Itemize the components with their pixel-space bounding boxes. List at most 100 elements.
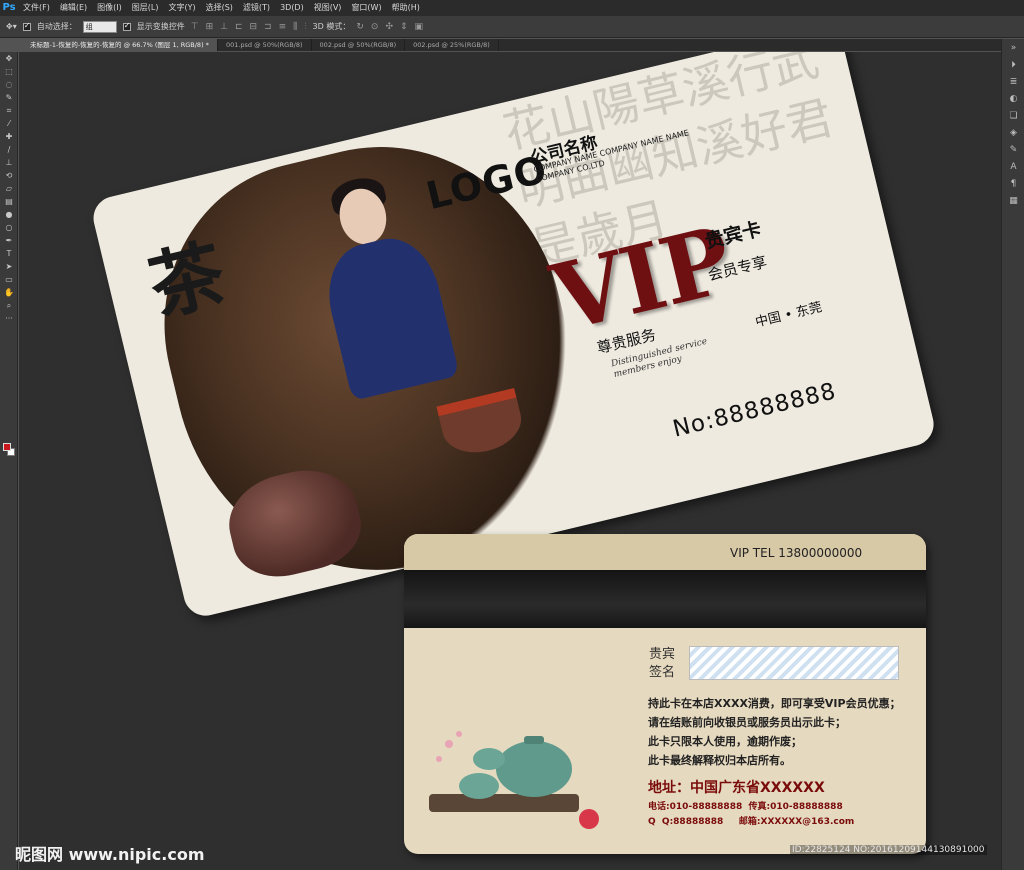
pen-tool-icon[interactable]: ✒ (0, 234, 18, 247)
history-panel-icon[interactable]: ⏵ (1002, 56, 1024, 73)
tools-panel: ✥ ⬚ ◌ ✎ ⌗ ⁄ ✚ ∕ ⊥ ⟲ ▱ ▤ ● ○ ✒ T ➤ ▭ ✋ ⌕ … (0, 52, 18, 870)
menu-edit[interactable]: 编辑(E) (55, 0, 92, 16)
blossom-shape (445, 740, 453, 748)
tab-document-3[interactable]: 002.psd @ 50%(RGB/8) (312, 39, 406, 51)
zoom-tool-icon[interactable]: ⌕ (0, 299, 18, 312)
channels-panel-icon[interactable]: ◈ (1002, 124, 1024, 141)
align-top-icon[interactable]: ⊤ (191, 22, 199, 32)
menu-bar: Ps 文件(F) 编辑(E) 图像(I) 图层(L) 文字(Y) 选择(S) 滤… (0, 0, 1024, 16)
blossom-shape (436, 756, 442, 762)
options-bar: ✥▾ 自动选择： 组 显示变换控件 ⊤ ⊞ ⊥ ⊏ ⊟ ⊐ ≡ ⫼ ⫶ 3D 模… (0, 16, 1024, 38)
type-tool-icon[interactable]: T (0, 247, 18, 260)
brush-tool-icon[interactable]: ∕ (0, 143, 18, 156)
document-canvas[interactable]: 花山陽草溪行武明曲幽知溪好君是歲月 茶 LOGO 公司名称 COMPANY NA… (19, 52, 1001, 870)
mode-3d-icons: ↻ ⊙ ✣ ⇕ ▣ (356, 22, 423, 32)
menu-file[interactable]: 文件(F) (18, 0, 55, 16)
photoshop-window: Ps 文件(F) 编辑(E) 图像(I) 图层(L) 文字(Y) 选择(S) 滤… (0, 0, 1024, 870)
rule-line: 请在结账前向收银员或服务员出示此卡； (648, 716, 846, 729)
paths-panel-icon[interactable]: ✎ (1002, 141, 1024, 158)
show-transform-checkbox[interactable] (122, 21, 131, 31)
crop-tool-icon[interactable]: ⌗ (0, 104, 18, 117)
magnetic-stripe (404, 570, 926, 628)
menu-view[interactable]: 视图(V) (309, 0, 347, 16)
eyedropper-tool-icon[interactable]: ⁄ (0, 117, 18, 130)
lasso-tool-icon[interactable]: ◌ (0, 78, 18, 91)
teapot-shape (496, 741, 572, 797)
character-panel-icon[interactable]: A (1002, 158, 1024, 175)
layers-panel-icon[interactable]: ❏ (1002, 107, 1024, 124)
menu-filter[interactable]: 滤镜(T) (238, 0, 275, 16)
right-panel-dock: » ⏵ ≣ ◐ ❏ ◈ ✎ A ¶ ▦ (1001, 39, 1024, 870)
distribute-v-icon[interactable]: ⫶ (304, 22, 306, 32)
paragraph-panel-icon[interactable]: ¶ (1002, 175, 1024, 192)
photoshop-logo: Ps (2, 2, 16, 13)
dodge-tool-icon[interactable]: ○ (0, 221, 18, 234)
image-id-watermark: ID:22825124 NO:20161209144130891000 (790, 845, 987, 855)
healing-tool-icon[interactable]: ✚ (0, 130, 18, 143)
align-center-icon[interactable]: ⊟ (250, 22, 258, 32)
move-tool-icon[interactable]: ✥ (0, 52, 18, 65)
distribute-h-icon[interactable]: ⫼ (293, 22, 297, 32)
vip-card-back: VIP TEL 13800000000 贵宾 签名 持此卡在本店XXXX消费，即… (404, 534, 926, 854)
tab-document-4[interactable]: 002.psd @ 25%(RGB/8) (405, 39, 499, 51)
collapse-panels-icon[interactable]: » (1002, 39, 1024, 56)
align-middle-icon[interactable]: ⊞ (206, 22, 214, 32)
nipic-watermark: 昵图网 www.nipic.com (15, 845, 205, 864)
menu-3d[interactable]: 3D(D) (275, 0, 309, 16)
menu-window[interactable]: 窗口(W) (346, 0, 386, 16)
marquee-tool-icon[interactable]: ⬚ (0, 65, 18, 78)
stamp-tool-icon[interactable]: ⊥ (0, 156, 18, 169)
auto-select-dropdown[interactable]: 组 (82, 20, 117, 33)
path-select-tool-icon[interactable]: ➤ (0, 260, 18, 273)
rule-line: 持此卡在本店XXXX消费，即可享受VIP会员优惠； (648, 697, 901, 710)
align-bottom-icon[interactable]: ⊥ (220, 22, 228, 32)
qq-email-line: Q Q:88888888 邮箱:XXXXXX@163.com (648, 817, 855, 827)
hand-tool-icon[interactable]: ✋ (0, 286, 18, 299)
pan-3d-icon[interactable]: ✣ (385, 22, 393, 32)
foreground-color-swatch[interactable] (3, 443, 11, 451)
signature-strip (689, 646, 899, 680)
tea-cup-shape (459, 773, 499, 799)
show-transform-label: 显示变换控件 (136, 22, 185, 31)
shape-tool-icon[interactable]: ▭ (0, 273, 18, 286)
flower-shape (579, 809, 599, 829)
align-left-icon[interactable]: ⊏ (235, 22, 243, 32)
properties-panel-icon[interactable]: ≣ (1002, 73, 1024, 90)
gradient-tool-icon[interactable]: ▤ (0, 195, 18, 208)
align-right-icon[interactable]: ⊐ (264, 22, 272, 32)
menu-help[interactable]: 帮助(H) (387, 0, 425, 16)
menu-select[interactable]: 选择(S) (201, 0, 238, 16)
teapot-lid (524, 736, 544, 744)
document-tabs: 未标题-1-恢复的-恢复的-恢复的 @ 66.7% (图层 1, RGB/8) … (22, 39, 1002, 51)
rotate-3d-icon[interactable]: ↻ (356, 22, 364, 32)
rule-line: 此卡最终解释权归本店所有。 (648, 754, 791, 767)
libraries-panel-icon[interactable]: ▦ (1002, 192, 1024, 209)
tab-document-2[interactable]: 001.psd @ 50%(RGB/8) (218, 39, 312, 51)
tea-cup-shape (473, 748, 505, 770)
auto-select-label: 自动选择： (36, 22, 77, 31)
roll-3d-icon[interactable]: ⊙ (371, 22, 379, 32)
eraser-tool-icon[interactable]: ▱ (0, 182, 18, 195)
history-brush-tool-icon[interactable]: ⟲ (0, 169, 18, 182)
woman-dress (317, 229, 460, 401)
more-tools-icon[interactable]: ··· (0, 312, 18, 325)
scale-3d-icon[interactable]: ▣ (415, 22, 424, 32)
signature-label: 贵宾 签名 (649, 647, 676, 680)
menu-image[interactable]: 图像(I) (92, 0, 127, 16)
move-tool-icon[interactable]: ✥▾ (6, 22, 17, 31)
menu-layer[interactable]: 图层(L) (127, 0, 164, 16)
teacup-image (436, 387, 527, 461)
tea-tray (429, 794, 579, 812)
auto-select-checkbox[interactable] (22, 21, 31, 31)
store-address: 地址：中国广东省XXXXXX (648, 780, 825, 796)
align-icons-group: ⊤ ⊞ ⊥ ⊏ ⊟ ⊐ ≡ ⫼ ⫶ (191, 22, 307, 32)
tab-document-1[interactable]: 未标题-1-恢复的-恢复的-恢复的 @ 66.7% (图层 1, RGB/8) … (22, 39, 218, 51)
menu-type[interactable]: 文字(Y) (163, 0, 200, 16)
adjustments-panel-icon[interactable]: ◐ (1002, 90, 1024, 107)
distribute-icon[interactable]: ≡ (279, 22, 287, 32)
quick-select-tool-icon[interactable]: ✎ (0, 91, 18, 104)
rule-line: 此卡只限本人使用，逾期作废； (648, 735, 802, 748)
contact-info: 电话:010-88888888 传真:010-88888888 Q Q:88888… (648, 800, 854, 830)
blur-tool-icon[interactable]: ● (0, 208, 18, 221)
slide-3d-icon[interactable]: ⇕ (400, 22, 408, 32)
